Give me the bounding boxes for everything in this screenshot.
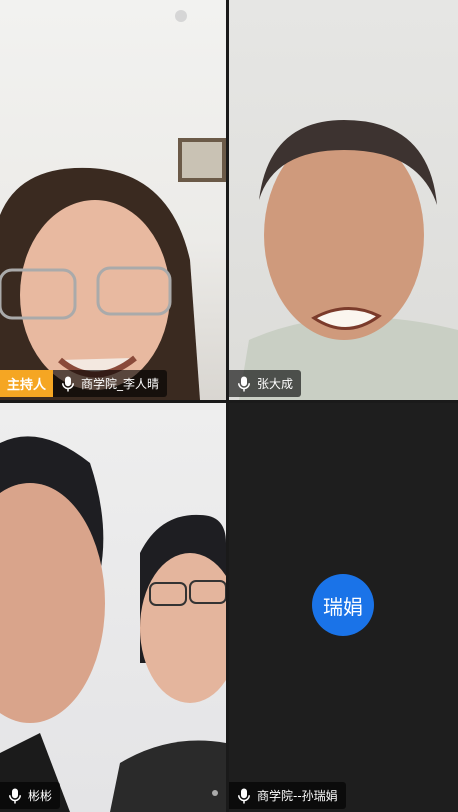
participant-name: 张大成: [257, 377, 294, 391]
video-tile-participant-3[interactable]: 彬彬: [0, 403, 226, 812]
participant-name: 商学院--孙瑞娟: [257, 789, 338, 803]
video-tile-participant-2[interactable]: 张大成: [229, 0, 458, 400]
microphone-icon: [235, 375, 253, 393]
video-tile-participant-4[interactable]: 瑞娟 商学院--孙瑞娟: [229, 403, 458, 812]
host-badge: 主持人: [0, 370, 54, 397]
video-feed-participant-2: [239, 120, 458, 400]
video-feed-participant-3: [0, 436, 226, 812]
microphone-icon: [235, 787, 253, 805]
microphone-icon: [6, 787, 24, 805]
microphone-icon: [59, 375, 77, 393]
participant-name: 商学院_李人晴: [81, 377, 160, 391]
page-indicator-dot: [212, 790, 218, 796]
participant-label: 主持人 商学院_李人晴: [0, 370, 168, 397]
video-feed-host: [0, 10, 226, 400]
participant-name: 彬彬: [28, 789, 53, 803]
video-tile-host[interactable]: 主持人 商学院_李人晴: [0, 0, 226, 400]
participant-label: 商学院--孙瑞娟: [229, 782, 346, 809]
participant-label: 彬彬: [0, 782, 61, 809]
avatar: 瑞娟: [312, 574, 374, 636]
participant-label: 张大成: [229, 370, 302, 397]
